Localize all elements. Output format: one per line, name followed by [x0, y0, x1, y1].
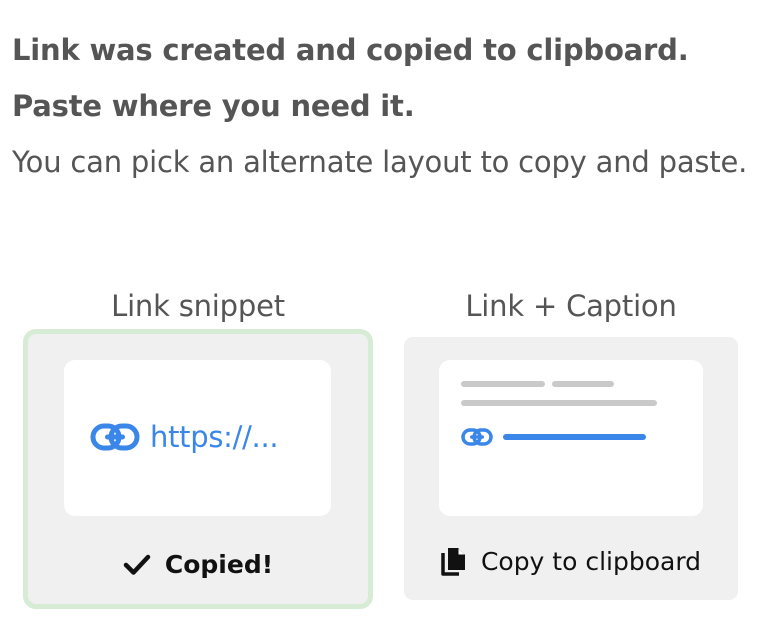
copy-to-clipboard-label: Copy to clipboard — [480, 546, 702, 576]
link-snippet-card[interactable]: https://... Copied! — [23, 329, 373, 609]
caption-line-1b — [552, 381, 614, 387]
message-headline: Link was created and copied to clipboard… — [12, 33, 689, 123]
caption-line-1a — [461, 381, 545, 387]
copy-to-clipboard-button[interactable]: Copy to clipboard — [404, 546, 738, 576]
link-snippet-url: https://... — [150, 420, 279, 454]
copied-status: Copied! — [28, 550, 368, 579]
link-snippet-row: https://... — [90, 420, 279, 454]
copy-icon — [441, 546, 467, 576]
link-icon — [90, 423, 140, 451]
link-icon — [461, 428, 493, 446]
message-subtext: You can pick an alternate layout to copy… — [12, 145, 748, 179]
option-title-link-caption: Link + Caption — [465, 289, 677, 323]
caption-line-2 — [461, 400, 657, 406]
checkmark-icon — [123, 554, 151, 576]
link-snippet-preview: https://... — [64, 360, 331, 516]
link-caption-preview — [439, 360, 703, 516]
copied-label: Copied! — [164, 550, 274, 579]
link-caption-card[interactable]: Copy to clipboard — [404, 337, 738, 600]
option-title-link-snippet: Link snippet — [111, 289, 285, 323]
caption-link-line — [503, 434, 646, 440]
